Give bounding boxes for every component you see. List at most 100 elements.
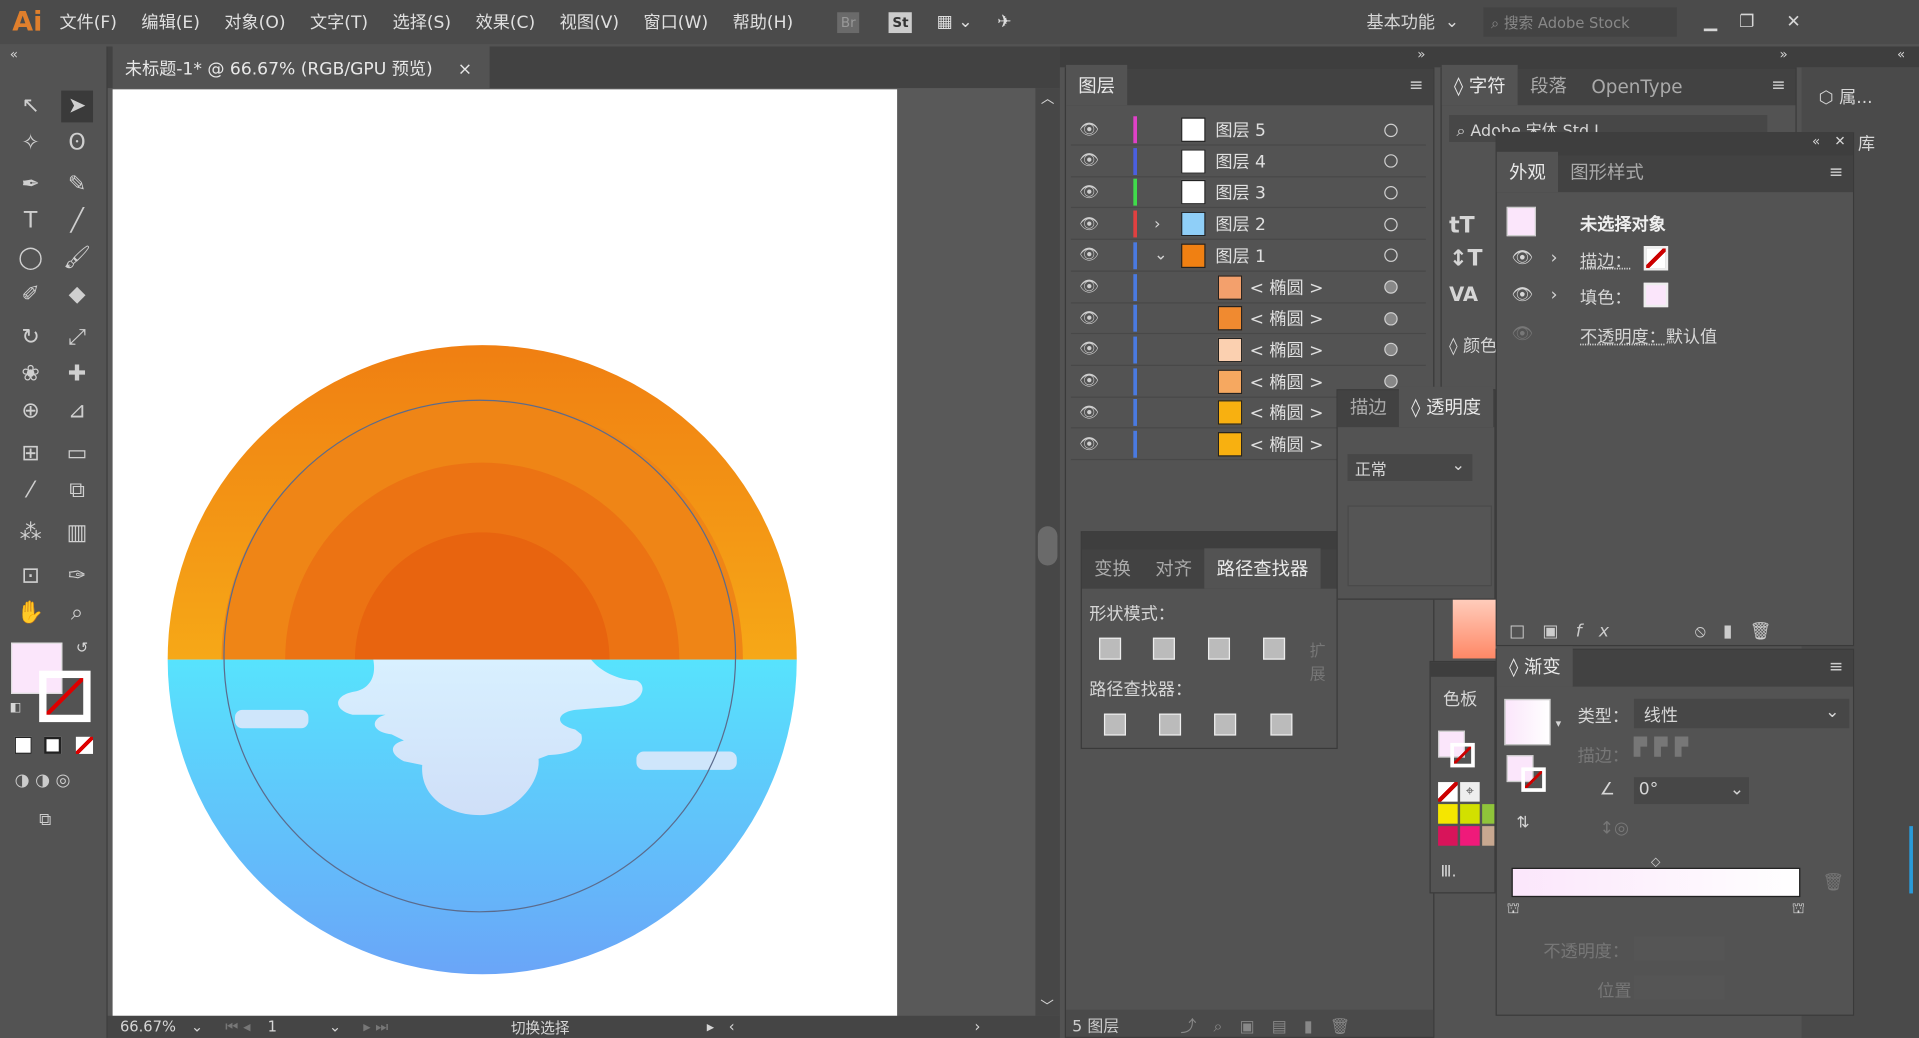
expand-button[interactable]: 扩展 [1310,638,1337,685]
tab-character[interactable]: ◊ 字符 [1441,64,1518,106]
crop-button[interactable] [1270,713,1293,736]
swatch[interactable] [1460,826,1480,846]
tab-transparency[interactable]: ◊ 透明度 [1398,386,1494,428]
swatch[interactable] [1438,804,1458,824]
tab-transform[interactable]: 变换 [1082,548,1143,588]
zoom-dropdown-icon[interactable]: ⌄ [191,1018,203,1035]
target-icon[interactable] [1384,217,1398,231]
minus-front-button[interactable] [1152,637,1175,660]
appearance-footer-icons[interactable]: □▣fx ⦸▮🗑 [1509,618,1852,642]
scroll-right-icon[interactable]: › [975,1018,981,1035]
status-menu-icon[interactable]: ▸ [707,1018,714,1035]
expand-panels-icon[interactable]: « [1897,47,1905,63]
color-panel-tab[interactable]: ◊ 颜色 [1449,333,1497,357]
target-icon[interactable] [1384,123,1398,137]
reverse-gradient-icon[interactable]: ⇅ [1516,814,1529,832]
workspace-switcher[interactable]: 基本功能 [1366,10,1435,34]
gradient-stop-end[interactable]: ⛫ [1792,900,1806,920]
merge-button[interactable] [1214,713,1237,736]
layer-name[interactable]: < 椭圆 > [1250,275,1324,299]
angle-input[interactable]: 0° ⌄ [1633,777,1749,805]
fill-expand-icon[interactable]: › [1551,285,1558,305]
swatch[interactable] [1438,826,1458,846]
collapse-icon[interactable]: « [1812,133,1820,149]
layer-row[interactable]: 👁 < 椭圆 > [1070,304,1426,335]
swatch[interactable] [1482,826,1495,846]
expand-toggle-icon[interactable]: ⌄ [1154,246,1167,264]
exclude-button[interactable] [1263,637,1286,660]
artboard-number[interactable]: 1 [268,1018,329,1035]
panel-menu-icon[interactable]: ≡ [1829,657,1843,677]
layer-name[interactable]: < 椭圆 > [1250,369,1324,393]
layer-row[interactable]: 👁 < 椭圆 > [1070,272,1426,303]
layers-tab[interactable]: 图层 [1066,64,1128,106]
blend-mode-select[interactable]: 正常 ⌄ [1347,454,1473,481]
tab-opentype[interactable]: OpenType [1579,69,1695,106]
vertical-scrollbar[interactable]: ︿ ﹀ [1035,88,1060,1016]
divide-button[interactable] [1103,713,1126,736]
visibility-eye-icon[interactable]: 👁 [1071,278,1108,296]
layer-name[interactable]: < 椭圆 > [1250,432,1324,456]
stroke-visibility-icon[interactable]: 👁 [1512,248,1534,268]
opacity-mask-thumbnail[interactable] [1347,505,1492,587]
layer-name[interactable]: < 椭圆 > [1250,338,1324,362]
visibility-eye-icon[interactable]: 👁 [1071,341,1108,359]
fill-label[interactable]: 填色： [1580,285,1631,309]
gradient-stop-start[interactable]: ⛫ [1507,900,1521,920]
layers-footer-icons[interactable]: ⤴⌕▣▤▮🗑 [1181,1018,1368,1036]
zoom-level[interactable]: 66.67% [120,1018,191,1035]
close-panel-icon[interactable]: ✕ [1834,133,1845,149]
swatch[interactable] [1460,804,1480,824]
stroke-swatch[interactable] [1643,246,1669,271]
stroke-expand-icon[interactable]: › [1551,248,1558,268]
trim-button[interactable] [1159,713,1182,736]
swatch-none[interactable] [1438,782,1458,802]
intersect-button[interactable] [1207,637,1231,660]
visibility-eye-icon[interactable]: 👁 [1071,435,1108,453]
layer-name[interactable]: 图层 2 [1215,212,1266,236]
first-artboard-button[interactable]: ⏮ ◂ [225,1018,250,1036]
target-icon[interactable] [1384,185,1398,200]
stock-search-input[interactable]: ⌕ 搜索 Adobe Stock [1483,7,1677,37]
target-icon[interactable] [1384,311,1398,326]
color-spectrum[interactable] [1452,599,1496,659]
visibility-eye-icon[interactable]: 👁 [1071,215,1108,233]
scroll-down-icon[interactable]: ﹀ [1040,996,1053,1016]
properties-button[interactable]: ⬡ 属... [1819,84,1873,108]
collapse-panels-icon[interactable]: » [1417,47,1425,63]
gradient-stroke-swatch[interactable] [1521,767,1546,792]
gradient-preset-dropdown-icon[interactable]: ▾ [1556,718,1562,730]
artwork[interactable] [0,0,1060,1016]
location-select[interactable] [1633,975,1725,1000]
layer-name[interactable]: < 椭圆 > [1250,306,1324,330]
tab-stroke[interactable]: 描边 [1338,387,1399,427]
panel-menu-icon[interactable]: ≡ [1771,76,1785,96]
minimize-button[interactable]: ▁ [1704,12,1717,32]
layer-name[interactable]: < 椭圆 > [1250,401,1324,425]
visibility-eye-icon[interactable]: 👁 [1071,121,1108,139]
tab-appearance[interactable]: 外观 [1496,151,1559,193]
tab-gradient[interactable]: ◊ 渐变 [1496,646,1573,687]
layer-name[interactable]: 图层 4 [1215,149,1266,173]
swatch-libraries-icon[interactable]: Ⅲ. [1441,863,1457,881]
layer-row[interactable]: 👁 › 图层 2 [1070,209,1426,240]
opacity-label[interactable]: 不透明度： [1580,324,1666,348]
target-icon[interactable] [1384,280,1398,294]
stroke-label[interactable]: 描边： [1580,248,1631,272]
visibility-eye-icon[interactable]: 👁 [1071,309,1108,327]
close-window-button[interactable]: ✕ [1786,12,1800,32]
artboard-dropdown-icon[interactable]: ⌄ [329,1018,341,1035]
gradient-slider[interactable] [1511,867,1801,898]
layer-row[interactable]: 👁 图层 3 [1070,178,1426,209]
swatch-stroke[interactable] [1450,742,1475,768]
layer-row[interactable]: 👁 < 椭圆 > [1070,335,1426,366]
fill-visibility-icon[interactable]: 👁 [1512,285,1534,305]
tab-paragraph[interactable]: 段落 [1518,65,1579,105]
target-icon[interactable] [1384,154,1398,168]
collapse-panels-icon-2[interactable]: » [1780,47,1788,63]
target-icon[interactable] [1384,343,1398,357]
visibility-eye-icon[interactable]: 👁 [1071,372,1108,390]
layer-row[interactable]: 👁 图层 5 [1070,115,1426,146]
libraries-button[interactable]: 库 [1858,131,1875,155]
status-message[interactable]: 切换选择 [511,1016,707,1037]
